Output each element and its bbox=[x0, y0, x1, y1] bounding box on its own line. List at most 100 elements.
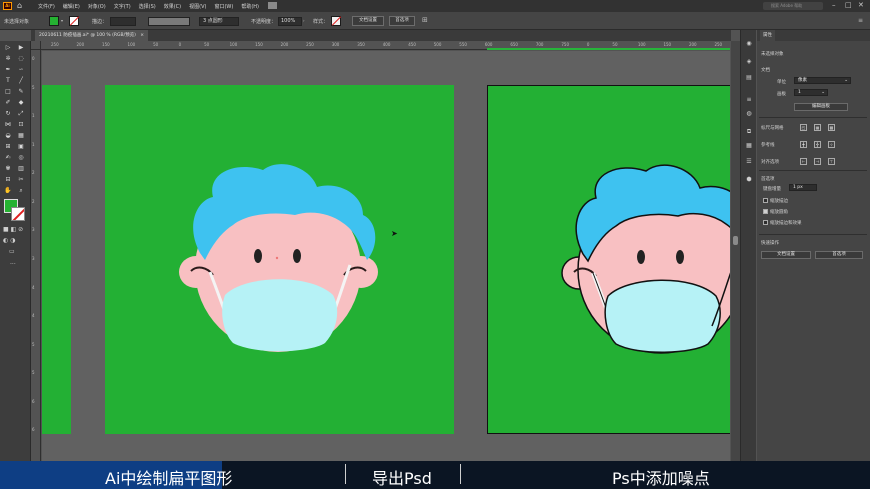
scale-strokes-checkbox[interactable] bbox=[763, 198, 768, 203]
menu-edit[interactable]: 编辑(E) bbox=[63, 3, 80, 10]
snap-to-pixel-icon[interactable]: ⊣ bbox=[814, 158, 821, 165]
artboard-select[interactable]: 1 ⌄ bbox=[794, 89, 828, 96]
maximize-icon[interactable]: □ bbox=[845, 1, 852, 9]
grid-toggle-icon[interactable]: ▦ bbox=[814, 124, 821, 131]
brush-definition[interactable]: 3 点圆形 bbox=[199, 17, 239, 26]
color-mode-icons[interactable]: ■ ◧ ⊘ bbox=[3, 226, 23, 233]
line-tool-icon[interactable]: ╱ bbox=[15, 76, 27, 86]
panel-menu-icon[interactable]: ≡ bbox=[858, 17, 863, 24]
document-tab[interactable]: 20210611 防疫插画.ai* @ 100 % (RGB/预览) × bbox=[35, 30, 149, 41]
appearance-panel-icon[interactable]: ⬢ bbox=[744, 176, 754, 184]
screen-mode-icon[interactable]: ▭ bbox=[9, 248, 15, 255]
properties-panel-icon[interactable]: ◉ bbox=[744, 40, 754, 48]
lasso-icon[interactable]: ◌ bbox=[15, 54, 27, 64]
mesh-tool-icon[interactable]: ⊞ bbox=[2, 142, 14, 152]
align-panel-icon[interactable]: ≡ bbox=[744, 96, 754, 104]
menu-type[interactable]: 文字(T) bbox=[114, 3, 131, 10]
document-setup-panel-button[interactable]: 文档设置 bbox=[761, 251, 811, 259]
document-setup-button[interactable]: 文档设置 bbox=[352, 16, 384, 26]
curvature-tool-icon[interactable]: ∽ bbox=[15, 65, 27, 75]
workspace-layout-icon[interactable] bbox=[268, 2, 277, 9]
snap-to-glyph-icon[interactable]: ⊤ bbox=[828, 158, 835, 165]
properties-tab[interactable]: 属性 bbox=[760, 30, 775, 41]
fill-swatch[interactable] bbox=[49, 16, 59, 26]
scale-corners-checkbox[interactable] bbox=[763, 209, 768, 214]
close-icon[interactable]: ✕ bbox=[858, 1, 864, 9]
fill-dropdown-icon[interactable]: ▾ bbox=[61, 18, 63, 23]
menu-help[interactable]: 帮助(H) bbox=[241, 3, 259, 10]
ruler-origin[interactable] bbox=[31, 41, 41, 50]
eraser-icon[interactable]: ◆ bbox=[15, 98, 27, 108]
menu-window[interactable]: 窗口(W) bbox=[214, 3, 233, 10]
more-tools-icon[interactable]: ··· bbox=[10, 261, 16, 268]
ruler-toggle-icon[interactable]: ◰ bbox=[800, 124, 807, 131]
graphic-style-swatch[interactable] bbox=[331, 16, 341, 26]
libraries-panel-icon[interactable]: ▤ bbox=[744, 74, 754, 82]
artboard-tool-icon[interactable]: ⊟ bbox=[2, 175, 14, 185]
zoom-tool-icon[interactable]: ⌕ bbox=[15, 186, 27, 196]
menu-select[interactable]: 选择(S) bbox=[139, 3, 156, 10]
paintbrush-icon[interactable]: ✎ bbox=[15, 87, 27, 97]
perspective-grid-icon[interactable]: ▦ bbox=[15, 131, 27, 141]
stroke-swatch[interactable] bbox=[69, 16, 79, 26]
show-guides-icon[interactable]: ╋ bbox=[800, 141, 807, 148]
vertical-ruler[interactable]: 0 5 1 1 2 2 3 3 4 4 5 5 6 6 bbox=[31, 50, 41, 461]
artboard-right[interactable] bbox=[487, 85, 730, 434]
eyedropper-icon[interactable]: ✍ bbox=[2, 153, 14, 163]
pathfinder-panel-icon[interactable]: ◍ bbox=[744, 110, 754, 118]
transparency-grid-icon[interactable]: ▩ bbox=[828, 124, 835, 131]
rotate-tool-icon[interactable]: ↻ bbox=[2, 109, 14, 119]
minimize-icon[interactable]: – bbox=[832, 1, 836, 9]
direct-selection-tool-icon[interactable]: ▶ bbox=[15, 43, 27, 53]
shape-builder-icon[interactable]: ◒ bbox=[2, 131, 14, 141]
gradient-tool-icon[interactable]: ▣ bbox=[15, 142, 27, 152]
transform-panel-icon[interactable]: ⧉ bbox=[744, 128, 754, 136]
close-tab-icon[interactable]: × bbox=[140, 33, 144, 38]
home-icon[interactable]: ⌂ bbox=[17, 1, 22, 10]
hand-tool-icon[interactable]: ✋ bbox=[2, 186, 14, 196]
vertical-scrollbar[interactable] bbox=[731, 41, 740, 461]
magic-wand-icon[interactable]: ✲ bbox=[2, 54, 14, 64]
free-transform-icon[interactable]: ⊡ bbox=[15, 120, 27, 130]
opacity-input[interactable]: 100% bbox=[278, 17, 302, 26]
selection-tool-icon[interactable]: ▷ bbox=[2, 43, 14, 53]
variable-width-profile[interactable] bbox=[148, 17, 190, 26]
snap-to-point-icon[interactable]: ⊢ bbox=[800, 158, 807, 165]
scale-tool-icon[interactable]: ⤢ bbox=[15, 109, 27, 119]
slice-tool-icon[interactable]: ✂ bbox=[15, 175, 27, 185]
canvas-area[interactable]: ➤ bbox=[42, 51, 730, 461]
keyboard-increment-input[interactable]: 1 px bbox=[789, 184, 817, 191]
lock-guides-icon[interactable]: ╬ bbox=[814, 141, 821, 148]
artboard-main[interactable] bbox=[105, 85, 454, 434]
type-tool-icon[interactable]: T bbox=[2, 76, 14, 86]
arrange-documents-icon[interactable]: ⊞ bbox=[422, 16, 428, 24]
column-graph-icon[interactable]: ▥ bbox=[15, 164, 27, 174]
help-search-input[interactable]: 搜索 Adobe 帮助 bbox=[763, 2, 823, 10]
smart-guides-icon[interactable]: ⊹ bbox=[828, 141, 835, 148]
rectangle-tool-icon[interactable]: □ bbox=[2, 87, 14, 97]
stroke-weight-input[interactable] bbox=[110, 17, 136, 26]
unit-select[interactable]: 像素 ⌄ bbox=[794, 77, 851, 84]
ruler-tick-label: 650 bbox=[510, 42, 518, 47]
draw-mode-icons[interactable]: ◐ ◑ bbox=[3, 237, 15, 244]
shaper-tool-icon[interactable]: ✐ bbox=[2, 98, 14, 108]
menu-effect[interactable]: 效果(C) bbox=[164, 3, 181, 10]
pen-tool-icon[interactable]: ✒ bbox=[2, 65, 14, 75]
symbol-sprayer-icon[interactable]: ✾ bbox=[2, 164, 14, 174]
opacity-dropdown-icon[interactable]: › bbox=[303, 18, 305, 23]
menu-object[interactable]: 对象(O) bbox=[88, 3, 106, 10]
toolbar-stroke-swatch[interactable] bbox=[11, 207, 25, 221]
width-tool-icon[interactable]: ⋈ bbox=[2, 120, 14, 130]
artboard-left[interactable] bbox=[42, 85, 71, 434]
layers-panel-icon[interactable]: ◈ bbox=[744, 58, 754, 66]
scale-effects-checkbox[interactable] bbox=[763, 220, 768, 225]
blend-tool-icon[interactable]: ◎ bbox=[15, 153, 27, 163]
preferences-button[interactable]: 首选项 bbox=[389, 16, 415, 26]
menu-view[interactable]: 视图(V) bbox=[189, 3, 206, 10]
stroke-panel-icon[interactable]: ☰ bbox=[744, 158, 754, 166]
edit-artboards-button[interactable]: 编辑画板 bbox=[794, 103, 848, 111]
scrollbar-thumb[interactable] bbox=[733, 236, 738, 245]
swatches-panel-icon[interactable]: ▦ bbox=[744, 142, 754, 150]
preferences-panel-button[interactable]: 首选项 bbox=[815, 251, 863, 259]
menu-file[interactable]: 文件(F) bbox=[38, 3, 55, 10]
